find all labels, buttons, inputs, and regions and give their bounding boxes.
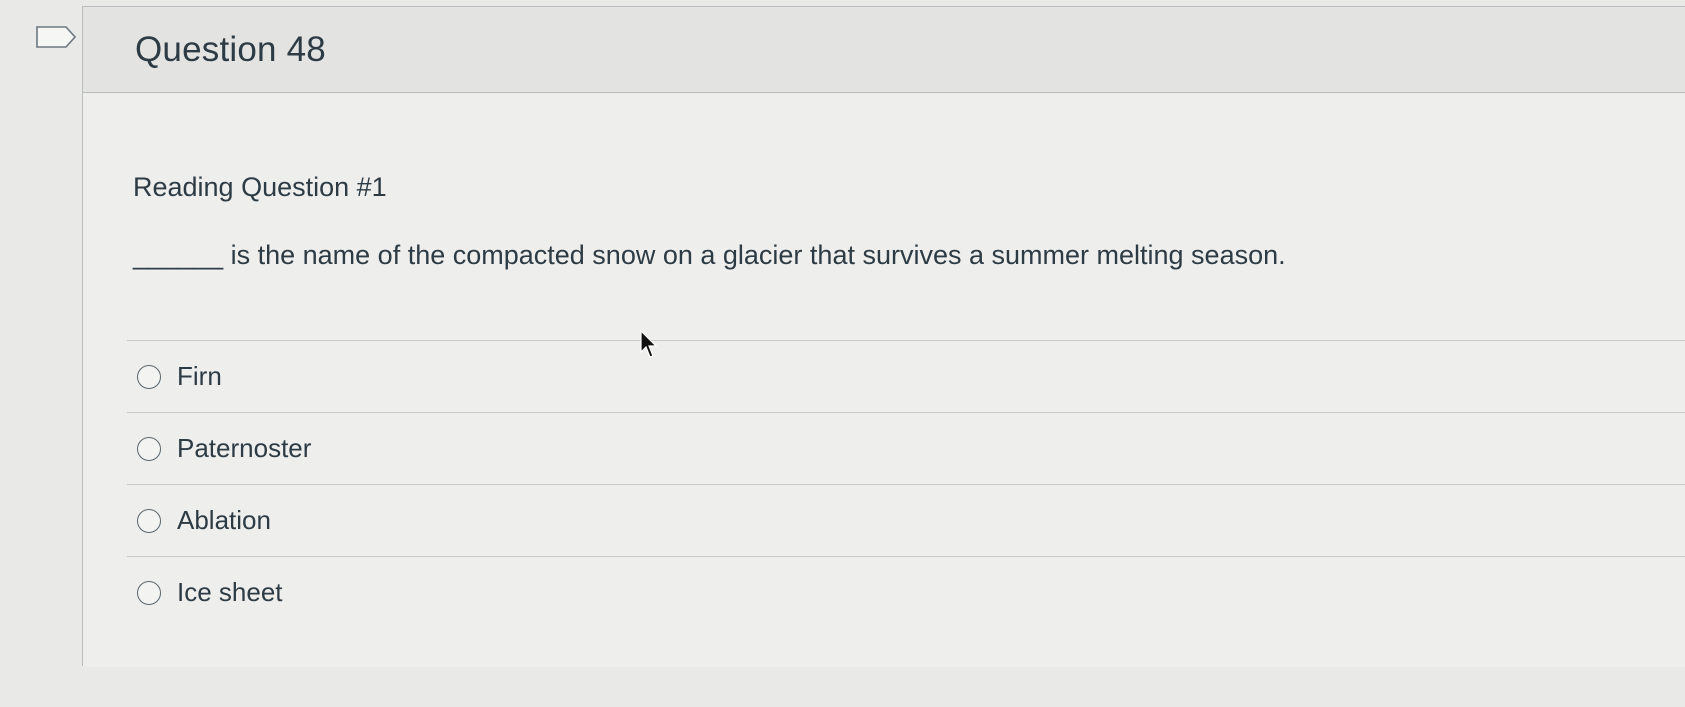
answer-label: Ablation bbox=[177, 505, 271, 535]
question-subtitle: Reading Question #1 bbox=[133, 172, 387, 202]
answer-option-firn[interactable]: Firn bbox=[127, 341, 1685, 412]
answer-label: Paternoster bbox=[177, 433, 312, 463]
answer-label: Ice sheet bbox=[177, 577, 283, 607]
question-title: Question 48 bbox=[135, 29, 326, 69]
question-text: ______ is the name of the compacted snow… bbox=[133, 240, 1286, 270]
mouse-pointer-icon bbox=[640, 329, 660, 365]
question-body: Reading Question #1 ______ is the name o… bbox=[83, 94, 1685, 667]
question-card: Question 48 Reading Question #1 ______ i… bbox=[82, 6, 1685, 667]
answer-list: Firn Paternoster Ablation Ice sheet bbox=[127, 340, 1685, 628]
radio-button[interactable] bbox=[137, 364, 161, 389]
radio-button[interactable] bbox=[137, 508, 161, 533]
question-header: Question 48 bbox=[83, 7, 1685, 93]
answer-label: Firn bbox=[177, 361, 222, 391]
quiz-page: Question 48 Reading Question #1 ______ i… bbox=[0, 0, 1685, 707]
radio-button[interactable] bbox=[137, 580, 161, 605]
answer-option-paternoster[interactable]: Paternoster bbox=[127, 413, 1685, 484]
flag-question-icon[interactable] bbox=[36, 26, 77, 53]
answer-option-ablation[interactable]: Ablation bbox=[127, 485, 1685, 556]
answer-option-ice-sheet[interactable]: Ice sheet bbox=[127, 557, 1685, 628]
radio-button[interactable] bbox=[137, 436, 161, 461]
